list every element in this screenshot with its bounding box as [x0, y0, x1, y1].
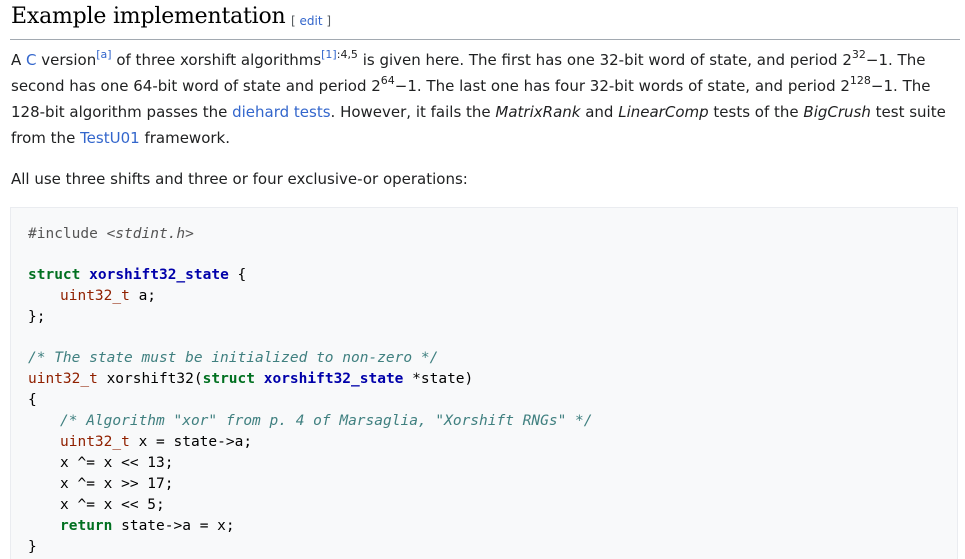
code-type: uint32_t: [60, 288, 130, 304]
intro-text: A: [11, 51, 27, 69]
code-line-12: x ^= x << 13;: [60, 455, 174, 471]
code-text: a;: [129, 288, 157, 304]
footnote-a-link[interactable]: [a]: [96, 48, 111, 61]
code-line-15: return state->a = x;: [60, 516, 235, 537]
intro-text: of three xorshift algorithms: [111, 51, 322, 69]
code-struct-name: xorshift32_state: [89, 267, 229, 283]
code-keyword: return: [60, 518, 113, 534]
footnote-a[interactable]: [a]: [96, 48, 111, 61]
c-language-link[interactable]: C: [26, 51, 36, 69]
code-line-5: };: [28, 309, 46, 325]
code-line-4: uint32_t a;: [60, 286, 156, 307]
code-punct: {: [228, 267, 247, 283]
citation-1[interactable]: [1]:4,5: [321, 48, 358, 61]
linearcomp-test: LinearComp: [618, 103, 709, 121]
section-heading: Example implementation [ edit ]: [10, 4, 960, 40]
code-text: state->a = x;: [112, 518, 235, 534]
code-comment: /* Algorithm "xor" from p. 4 of Marsagli…: [60, 413, 593, 429]
code-line-16: }: [28, 539, 37, 555]
code-comment: /* The state must be initialized to non-…: [28, 350, 439, 366]
bigcrush-suite: BigCrush: [803, 103, 871, 121]
code-line-10: /* Algorithm "xor" from p. 4 of Marsagli…: [60, 411, 593, 432]
code-header: <stdint.h>: [106, 226, 194, 242]
code-function-name: xorshift32(: [97, 371, 203, 387]
intro-text: tests of the: [708, 103, 804, 121]
code-struct-name: xorshift32_state: [263, 371, 404, 387]
testu01-link[interactable]: TestU01: [80, 129, 140, 147]
intro-text: and: [580, 103, 619, 121]
code-block: #include <stdint.h> struct xorshift32_st…: [10, 207, 958, 559]
section-title: Example implementation: [11, 4, 286, 29]
intro-text: framework.: [139, 129, 230, 147]
edit-bracket-close: ]: [322, 14, 332, 28]
summary-paragraph: All use three shifts and three or four e…: [11, 170, 468, 188]
code-type: uint32_t: [60, 434, 130, 450]
code-line-13: x ^= x >> 17;: [60, 476, 174, 492]
code-keyword: struct: [202, 371, 255, 387]
exponent-32: 32: [851, 48, 866, 61]
code-line-3: struct xorshift32_state {: [28, 265, 246, 286]
citation-pages: :4,5: [336, 48, 358, 61]
intro-text: is given here. The first has one 32-bit …: [357, 51, 852, 69]
matrixrank-test: MatrixRank: [495, 103, 581, 121]
code-line-9: {: [28, 392, 37, 408]
code-line-7: /* The state must be initialized to non-…: [28, 348, 438, 369]
intro-paragraph: A C version[a] of three xorshift algorit…: [11, 47, 955, 151]
code-type: uint32_t: [28, 371, 98, 387]
intro-text: . However, it fails the: [330, 103, 496, 121]
intro-text: version: [36, 51, 97, 69]
exponent-128: 128: [849, 74, 871, 87]
code-directive: #include: [28, 226, 107, 242]
citation-1-link[interactable]: [1]: [321, 48, 337, 61]
code-line-11: uint32_t x = state->a;: [60, 432, 252, 453]
code-text: x = state->a;: [129, 434, 253, 450]
code-line-1: #include <stdint.h>: [28, 224, 194, 245]
code-line-8: uint32_t xorshift32(struct xorshift32_st…: [28, 369, 473, 390]
edit-section: [ edit ]: [291, 14, 331, 28]
code-line-14: x ^= x << 5;: [60, 497, 165, 513]
exponent-64: 64: [380, 74, 395, 87]
edit-bracket-open: [: [291, 14, 300, 28]
intro-text: −1. The last one has four 32-bit words o…: [394, 77, 850, 95]
code-text: *state): [403, 371, 474, 387]
edit-link[interactable]: edit: [300, 14, 323, 28]
code-keyword: struct: [28, 267, 81, 283]
diehard-tests-link[interactable]: diehard tests: [232, 103, 330, 121]
